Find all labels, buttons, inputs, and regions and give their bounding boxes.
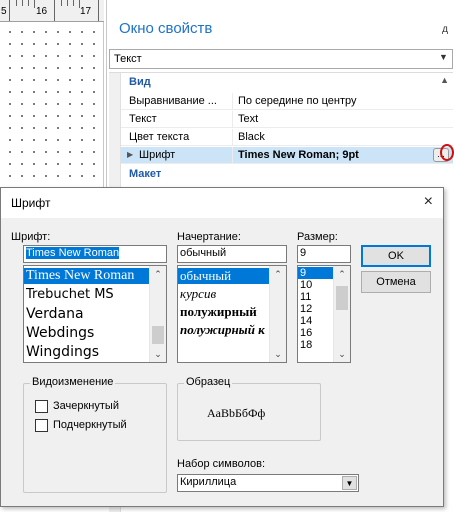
dialog-title: Шрифт — [11, 196, 51, 210]
size-list[interactable]: 9 10 11 12 14 16 18 ⌃ ⌄ — [297, 265, 351, 363]
property-value[interactable]: По середине по центру — [234, 93, 453, 110]
list-item[interactable]: 16 — [298, 327, 312, 339]
property-value[interactable]: Text — [234, 111, 453, 128]
category-layout[interactable]: Макет — [121, 166, 453, 183]
list-item[interactable]: Webdings — [24, 325, 94, 341]
list-item[interactable]: 18 — [298, 339, 312, 351]
strikeout-checkbox[interactable] — [35, 400, 48, 413]
pin-icon[interactable]: д — [442, 24, 448, 35]
property-name: Текст — [121, 111, 233, 128]
font-list-scrollbar[interactable]: ⌃ ⌄ — [149, 266, 166, 362]
collapse-icon[interactable]: ▲ — [440, 75, 449, 85]
scroll-down-icon[interactable]: ⌄ — [334, 346, 350, 362]
scroll-up-icon[interactable]: ⌃ — [270, 266, 286, 282]
style-label: Начертание: — [177, 231, 241, 243]
highlight-circle — [440, 144, 454, 161]
list-item[interactable]: 11 — [298, 291, 311, 303]
object-selector[interactable]: Текст ▼ — [109, 49, 453, 69]
sample-title: Образец — [184, 376, 233, 388]
property-row-text[interactable]: Текст Text — [121, 111, 453, 128]
close-icon[interactable]: × — [424, 193, 433, 211]
style-list[interactable]: обычный курсив полужирный полужирный к ⌃… — [177, 265, 287, 363]
category-label: Вид — [129, 76, 151, 88]
cancel-button[interactable]: Отмена — [361, 271, 431, 293]
style-list-scrollbar[interactable]: ⌃ ⌄ — [269, 266, 286, 362]
charset-value: Кириллица — [180, 476, 237, 488]
list-item[interactable]: Trebuchet MS — [24, 287, 114, 302]
font-dialog: Шрифт × Шрифт: Times New Roman Times New… — [0, 187, 444, 507]
chevron-down-icon[interactable]: ▼ — [437, 52, 450, 66]
properties-title: Окно свойств — [119, 20, 213, 37]
dialog-titlebar: Шрифт × — [1, 188, 443, 218]
scroll-thumb[interactable] — [152, 326, 164, 344]
property-row-font[interactable]: ▶ Шрифт Times New Roman; 9pt ... — [121, 147, 453, 164]
underline-label: Подчеркнутый — [53, 419, 127, 431]
property-name: ▶ Шрифт — [121, 147, 233, 164]
font-list[interactable]: Times New Roman Trebuchet MS Verdana Web… — [23, 265, 167, 363]
list-item[interactable]: 9 — [298, 267, 334, 279]
property-name: Выравнивание ... — [121, 93, 233, 110]
effects-title: Видоизменение — [30, 376, 116, 388]
style-field[interactable]: обычный — [177, 245, 287, 263]
scroll-thumb[interactable] — [336, 286, 348, 310]
property-name-label: Шрифт — [139, 149, 176, 161]
strikeout-label: Зачеркнутый — [53, 400, 119, 412]
underline-checkbox[interactable] — [35, 419, 48, 432]
property-name: Цвет текста — [121, 129, 233, 146]
charset-select[interactable]: Кириллица ▼ — [177, 474, 359, 492]
designer-canvas[interactable] — [0, 22, 104, 187]
scroll-down-icon[interactable]: ⌄ — [270, 346, 286, 362]
font-name-value: Times New Roman — [26, 247, 120, 259]
ok-button[interactable]: OK — [361, 245, 431, 267]
expand-icon[interactable]: ▶ — [127, 150, 133, 159]
list-item[interactable]: 14 — [298, 315, 312, 327]
chevron-down-icon[interactable]: ▼ — [342, 476, 357, 490]
property-value[interactable]: Times New Roman; 9pt — [234, 147, 453, 164]
property-row-alignment[interactable]: Выравнивание ... По середине по центру — [121, 93, 453, 110]
scroll-up-icon[interactable]: ⌃ — [334, 266, 350, 282]
list-item[interactable]: Verdana — [24, 306, 84, 322]
ruler-number: 17 — [80, 6, 92, 17]
font-label: Шрифт: — [11, 231, 51, 243]
font-name-field[interactable]: Times New Roman — [23, 245, 167, 263]
property-value[interactable]: Black — [234, 129, 453, 146]
sample-text: AaBbБбФф — [207, 406, 266, 420]
list-item[interactable]: Wingdings — [24, 344, 99, 360]
size-field[interactable]: 9 — [297, 245, 351, 263]
list-item[interactable]: полужирный — [178, 304, 257, 320]
scroll-down-icon[interactable]: ⌄ — [150, 346, 166, 362]
size-label: Размер: — [297, 231, 338, 243]
list-item[interactable]: обычный — [178, 268, 270, 284]
size-list-scrollbar[interactable]: ⌃ ⌄ — [333, 266, 350, 362]
list-item[interactable]: Times New Roman — [24, 268, 150, 284]
category-label: Макет — [129, 168, 162, 180]
ruler: 5 16 17 — [0, 0, 104, 22]
list-item[interactable]: курсив — [178, 286, 216, 302]
ruler-number: 5 — [1, 6, 7, 17]
charset-label: Набор символов: — [177, 458, 266, 470]
category-view[interactable]: Вид ▲ — [121, 74, 453, 91]
ruler-number: 16 — [36, 6, 48, 17]
list-item[interactable]: полужирный к — [178, 322, 265, 338]
list-item[interactable]: 12 — [298, 303, 312, 315]
object-selector-value: Текст — [114, 53, 142, 65]
list-item[interactable]: 10 — [298, 279, 312, 291]
property-row-text-color[interactable]: Цвет текста Black — [121, 129, 453, 146]
scroll-up-icon[interactable]: ⌃ — [150, 266, 166, 282]
